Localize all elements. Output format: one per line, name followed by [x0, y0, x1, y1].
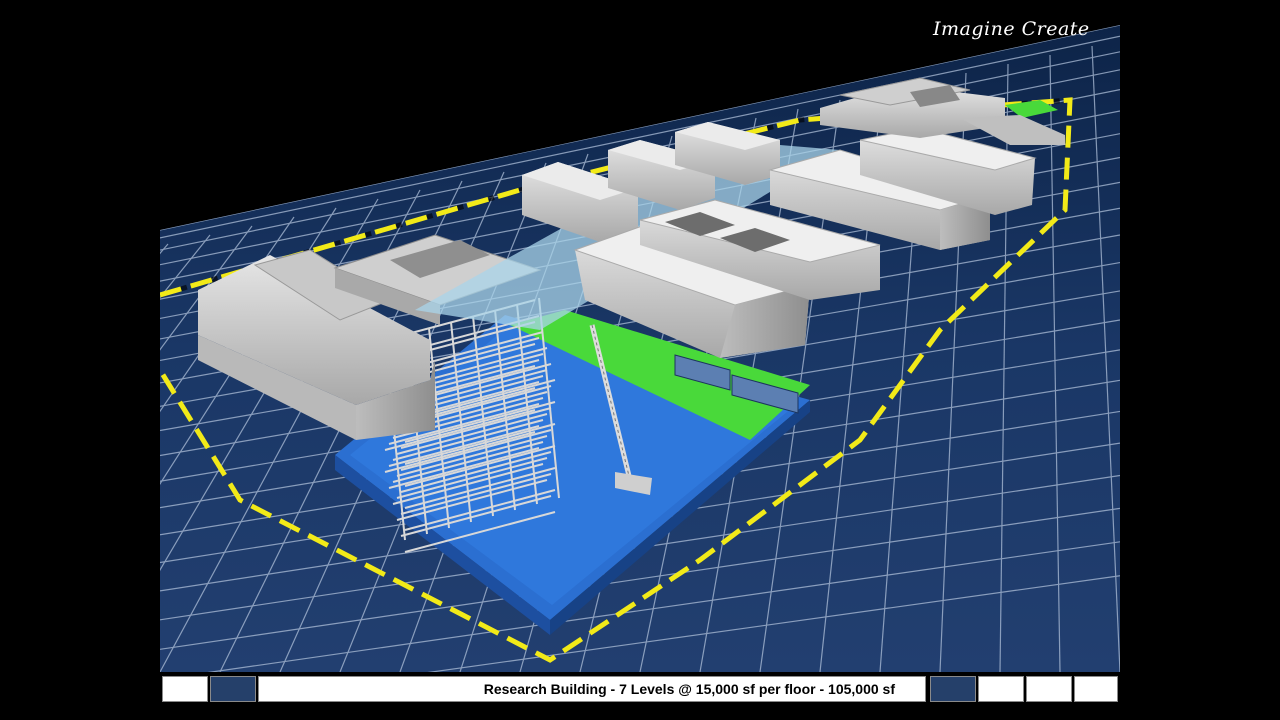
caption-text: Research Building - 7 Levels @ 15,000 sf…	[258, 676, 926, 702]
caption-block	[1074, 676, 1118, 702]
caption-block	[210, 676, 256, 702]
campus-rendering	[160, 25, 1120, 672]
caption-block	[1026, 676, 1072, 702]
brand-logo: Imagine Create	[933, 18, 1090, 40]
caption-bar: Research Building - 7 Levels @ 15,000 sf…	[160, 672, 1120, 706]
caption-block	[930, 676, 976, 702]
video-frame: Imagine Create	[160, 0, 1120, 672]
caption-block	[162, 676, 208, 702]
caption-block	[978, 676, 1024, 702]
